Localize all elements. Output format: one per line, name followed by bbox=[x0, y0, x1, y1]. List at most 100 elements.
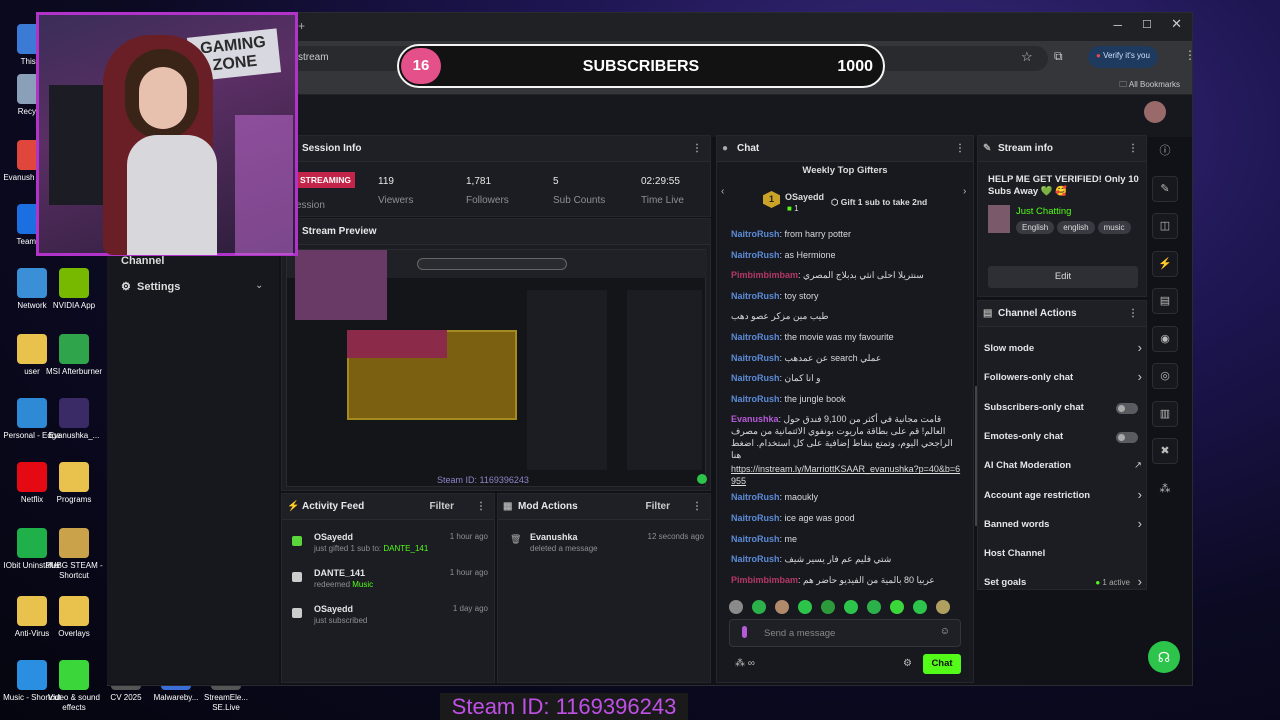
activity-item[interactable]: OSayedd just gifted 1 sub to: DANTE_141 1 … bbox=[290, 532, 488, 553]
more-icon[interactable]: ⋮ bbox=[476, 494, 486, 520]
verify-button[interactable]: ● Verify it's you bbox=[1088, 46, 1158, 68]
chat-username[interactable]: NaitroRush bbox=[731, 332, 780, 342]
chat-username[interactable]: NaitroRush bbox=[731, 492, 780, 502]
desktop-icon[interactable]: MSI Afterburner bbox=[44, 334, 104, 377]
emoji-icon[interactable]: ☺ bbox=[940, 626, 950, 637]
points-icon[interactable]: ⁂ ∞ bbox=[735, 658, 755, 669]
chat-username[interactable]: NaitroRush bbox=[731, 229, 780, 239]
info-icon[interactable]: ⓘ bbox=[1152, 138, 1178, 164]
bolt-icon[interactable]: ⚡ bbox=[1152, 250, 1178, 277]
action-banned-words[interactable]: Banned words › bbox=[984, 516, 1142, 531]
chat-username[interactable]: NaitroRush bbox=[731, 291, 780, 301]
broadcast-icon[interactable]: ◎ bbox=[1152, 363, 1178, 389]
chat-message[interactable]: NaitroRush: as Hermione bbox=[731, 249, 961, 261]
note-icon[interactable]: ▤ bbox=[1152, 288, 1178, 314]
chevron-right-icon[interactable]: › bbox=[963, 186, 966, 197]
preview-video[interactable]: Steam ID: 1169396243 bbox=[286, 249, 707, 487]
new-tab-button[interactable]: + bbox=[298, 19, 305, 33]
chat-message[interactable]: NaitroRush: maoukly bbox=[731, 491, 961, 503]
emote-icon[interactable] bbox=[844, 600, 858, 614]
chat-message[interactable]: Evanushka: قامت مجانية في أكثر من 9,100 … bbox=[731, 413, 961, 487]
mod-filter-button[interactable]: Filter bbox=[646, 494, 670, 520]
chat-username[interactable]: Pimbimbimbam bbox=[731, 270, 798, 280]
more-icon[interactable]: ⋮ bbox=[692, 494, 702, 520]
toggle-switch[interactable] bbox=[1116, 402, 1138, 414]
chat-icon[interactable]: ◉ bbox=[1152, 325, 1178, 352]
tag[interactable]: music bbox=[1097, 221, 1131, 234]
chat-message[interactable]: NaitroRush: the jungle book bbox=[731, 393, 961, 405]
avatar[interactable] bbox=[1144, 101, 1166, 123]
puzzle-icon[interactable]: ⁂ bbox=[1152, 476, 1178, 502]
action-followers-only-chat[interactable]: Followers-only chat › bbox=[984, 369, 1142, 384]
emote-icon[interactable] bbox=[798, 600, 812, 614]
action-ai-chat-moderation[interactable]: AI Chat Moderation ↗ bbox=[984, 460, 1142, 471]
extensions-icon[interactable]: ⧉ bbox=[1054, 49, 1063, 64]
chat-message[interactable]: NaitroRush: شتي فليم عم فار يسير شيف bbox=[731, 553, 961, 565]
chat-message[interactable]: NaitroRush: the movie was my favourite bbox=[731, 331, 961, 343]
toggle-switch[interactable] bbox=[1116, 431, 1138, 443]
desktop-icon[interactable]: Evanushka_... bbox=[44, 398, 104, 441]
action-host-channel[interactable]: Host Channel bbox=[984, 548, 1142, 559]
desktop-icon[interactable]: Overlays bbox=[44, 596, 104, 639]
chat-message[interactable]: NaitroRush: me bbox=[731, 533, 961, 545]
emote-icon[interactable] bbox=[890, 600, 904, 614]
chat-message[interactable]: Pimbimbimbam: سنتريلا احلى انثي بدبلاج ا… bbox=[731, 269, 961, 281]
chat-username[interactable]: NaitroRush bbox=[731, 534, 780, 544]
chat-username[interactable]: NaitroRush bbox=[731, 513, 780, 523]
chat-message[interactable]: Pimbimbimbam: عربيا 80 بالمية من الفيديو… bbox=[731, 574, 961, 586]
chat-username[interactable]: Pimbimbimbam bbox=[731, 575, 798, 585]
emote-icon[interactable] bbox=[752, 600, 766, 614]
chat-message[interactable]: NaitroRush: عن عمدهب search عملي bbox=[731, 352, 961, 364]
desktop-icon[interactable]: Programs bbox=[44, 462, 104, 505]
wrench-icon[interactable]: ✖ bbox=[1152, 438, 1178, 464]
chat-message[interactable]: NaitroRush: toy story bbox=[731, 290, 961, 302]
pencil-icon[interactable]: ✎ bbox=[1152, 175, 1178, 202]
chat-message[interactable]: NaitroRush: from harry potter bbox=[731, 228, 961, 240]
desktop-icon[interactable]: PUBG STEAM - Shortcut bbox=[44, 528, 104, 581]
chat-link[interactable]: https://instream.ly/MarriottKSAAR_evanus… bbox=[731, 463, 961, 487]
emote-icon[interactable] bbox=[867, 600, 881, 614]
more-icon[interactable]: ⋮ bbox=[1128, 136, 1138, 162]
action-emotes-only-chat[interactable]: Emotes-only chat bbox=[984, 431, 1142, 443]
list-icon[interactable]: ▥ bbox=[1152, 400, 1178, 427]
action-subscribers-only-chat[interactable]: Subscribers-only chat bbox=[984, 402, 1142, 414]
settings-gear-icon[interactable]: ⚙ bbox=[903, 658, 912, 669]
star-icon[interactable]: ☆ bbox=[1021, 49, 1033, 65]
chat-message[interactable]: NaitroRush: و انا كمان bbox=[731, 372, 961, 384]
emote-icon[interactable] bbox=[913, 600, 927, 614]
chat-username[interactable]: NaitroRush bbox=[731, 353, 780, 363]
action-account-age-restriction[interactable]: Account age restriction › bbox=[984, 487, 1142, 502]
emote-icon[interactable] bbox=[821, 600, 835, 614]
chat-username[interactable]: NaitroRush bbox=[731, 373, 780, 383]
nav-settings[interactable]: ⚙ Settings bbox=[121, 280, 180, 293]
chat-message[interactable]: NaitroRush: ice age was good bbox=[731, 512, 961, 524]
chat-message[interactable]: طيب مين مزكر عصو دهب bbox=[731, 310, 961, 322]
maximize-icon[interactable]: ☐ bbox=[1142, 18, 1152, 31]
chat-username[interactable]: Evanushka bbox=[731, 414, 779, 424]
more-icon[interactable]: ⋮ bbox=[955, 136, 965, 162]
emote-icon[interactable] bbox=[729, 600, 743, 614]
more-icon[interactable]: ⋮ bbox=[1128, 301, 1138, 327]
nav-channel[interactable]: Channel bbox=[121, 255, 164, 267]
chat-username[interactable]: NaitroRush bbox=[731, 250, 780, 260]
minimize-icon[interactable]: ─ bbox=[1113, 18, 1122, 32]
action-set-goals[interactable]: Set goals ● 1 active › bbox=[984, 574, 1142, 589]
chat-input[interactable]: Send a message ☺ bbox=[729, 619, 961, 647]
chevron-left-icon[interactable]: ‹ bbox=[721, 186, 724, 197]
menu-icon[interactable]: ⋮ bbox=[1184, 48, 1196, 62]
category-name[interactable]: Just Chatting bbox=[1016, 206, 1071, 217]
emote-icon[interactable] bbox=[775, 600, 789, 614]
close-icon[interactable]: ✕ bbox=[1171, 16, 1182, 32]
send-chat-button[interactable]: Chat bbox=[923, 654, 961, 674]
chat-username[interactable]: NaitroRush bbox=[731, 554, 780, 564]
chevron-down-icon[interactable]: ⌄ bbox=[255, 280, 263, 291]
tag[interactable]: english bbox=[1057, 221, 1095, 234]
activity-item[interactable]: OSayedd just subscribed 1 day ago bbox=[290, 604, 488, 625]
chat-username[interactable]: NaitroRush bbox=[731, 394, 780, 404]
tag[interactable]: English bbox=[1016, 221, 1055, 234]
more-icon[interactable]: ⋮ bbox=[692, 136, 702, 162]
action-slow-mode[interactable]: Slow mode › bbox=[984, 340, 1142, 355]
screen-icon[interactable]: ◫ bbox=[1152, 213, 1178, 239]
emote-icon[interactable] bbox=[936, 600, 950, 614]
edit-button[interactable]: Edit bbox=[988, 266, 1138, 288]
